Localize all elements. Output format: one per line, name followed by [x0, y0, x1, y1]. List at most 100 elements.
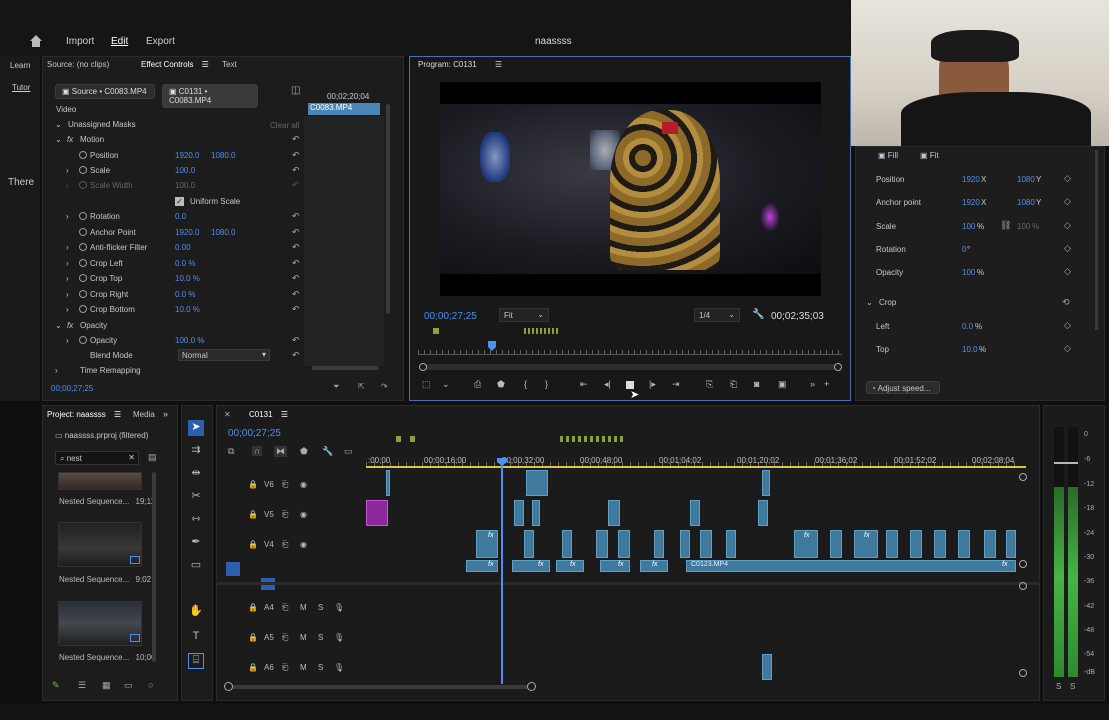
- properties-scrollbar[interactable]: [1095, 150, 1098, 330]
- crop-left-value[interactable]: 0.0 %: [175, 259, 195, 268]
- uniform-scale-checkbox[interactable]: ✓: [175, 197, 184, 206]
- reset-icon[interactable]: ↶: [292, 289, 300, 300]
- slip-icon[interactable]: ⇿: [188, 512, 204, 528]
- chevron-right-icon[interactable]: ›: [66, 336, 69, 345]
- solo-icon[interactable]: S: [318, 633, 323, 642]
- stopwatch-icon[interactable]: [79, 151, 87, 159]
- rectangle-icon[interactable]: ▭: [188, 558, 204, 574]
- edit-tab[interactable]: Edit: [111, 36, 128, 47]
- chevron-right-icon[interactable]: ›: [66, 305, 69, 314]
- track-header-v4[interactable]: 🔒 V4 ⎗ ◉: [218, 534, 366, 556]
- time-remap-row[interactable]: › Time Remapping: [42, 365, 347, 375]
- clear-search-icon[interactable]: ✕: [128, 453, 135, 462]
- program-timecode[interactable]: 00;00;27;25: [424, 311, 477, 322]
- mark-in-icon[interactable]: {: [524, 379, 527, 389]
- anti-flicker-value[interactable]: 0.00: [175, 243, 191, 252]
- clip[interactable]: [680, 530, 690, 558]
- pencil-icon[interactable]: ✎: [52, 680, 60, 691]
- reset-icon[interactable]: ↶: [292, 273, 300, 284]
- marker-icon[interactable]: [396, 436, 401, 442]
- clip[interactable]: [596, 530, 608, 558]
- reset-icon[interactable]: ↶: [292, 211, 300, 222]
- ec-scrollbar[interactable]: [386, 104, 390, 314]
- eye-icon[interactable]: ◉: [300, 540, 307, 549]
- clip[interactable]: [700, 530, 712, 558]
- anchor-x-value[interactable]: 1920.0: [175, 228, 199, 237]
- project-thumbnail[interactable]: [58, 472, 142, 490]
- clip[interactable]: [762, 470, 770, 496]
- zoom-handle-left[interactable]: [419, 363, 427, 371]
- scale-value[interactable]: 100.0: [175, 166, 195, 175]
- sequence-clip-button[interactable]: ▣ C0131 • C0083.MP4: [162, 84, 258, 108]
- keyframe-diamond-icon[interactable]: ◇: [1064, 196, 1071, 207]
- lock-icon[interactable]: 🔒: [248, 480, 258, 489]
- mic-icon[interactable]: 🎙: [334, 633, 344, 642]
- learn-tab[interactable]: Learn: [10, 61, 30, 70]
- reset-icon[interactable]: ↶: [292, 227, 300, 238]
- stopwatch-icon[interactable]: [79, 166, 87, 174]
- export-tab[interactable]: Export: [146, 36, 175, 47]
- list-item[interactable]: Nested Sequence... 9;02: [59, 575, 151, 584]
- tab-text[interactable]: Text: [222, 60, 237, 69]
- stopwatch-icon[interactable]: [79, 305, 87, 313]
- filter-icon[interactable]: ⏷: [333, 382, 339, 392]
- linked-icon[interactable]: ⧓: [274, 446, 287, 457]
- search-field[interactable]: ⌕ nest ✕: [55, 451, 139, 465]
- prop-position-x[interactable]: 1920: [962, 175, 980, 184]
- clear-all-button[interactable]: Clear all: [270, 121, 299, 130]
- clip[interactable]: [386, 470, 390, 496]
- more-tabs-icon[interactable]: »: [163, 409, 168, 419]
- zoom-slider-icon[interactable]: ○: [148, 680, 153, 690]
- chevron-down-icon[interactable]: ⌄: [55, 135, 62, 144]
- stopwatch-icon[interactable]: [79, 228, 87, 236]
- clip[interactable]: [618, 530, 630, 558]
- mic-icon[interactable]: 🎙: [334, 603, 344, 612]
- clip[interactable]: [910, 530, 922, 558]
- clip[interactable]: [512, 560, 550, 572]
- adjust-speed-button[interactable]: ◔ Adjust speed...: [866, 381, 940, 394]
- position-x-value[interactable]: 1920.0: [175, 151, 199, 160]
- expand-icon[interactable]: ◫: [291, 85, 300, 96]
- nest-icon[interactable]: ⧉: [228, 446, 234, 457]
- prop-crop-top-value[interactable]: 10.0: [962, 345, 978, 354]
- reset-icon[interactable]: ↶: [292, 150, 300, 161]
- lock-icon[interactable]: 🔒: [248, 633, 258, 642]
- rotation-value[interactable]: 0.0: [175, 212, 186, 221]
- track-header-a4[interactable]: 🔒 A4 ⎗ M S 🎙: [218, 597, 366, 619]
- camera-icon[interactable]: ◙: [754, 379, 759, 389]
- program-title[interactable]: Program: C0131 ☰: [418, 60, 502, 69]
- overwrite-icon[interactable]: ⎗: [730, 379, 737, 390]
- marker-add-icon[interactable]: ⬟: [300, 446, 308, 457]
- reset-icon[interactable]: ↶: [292, 242, 300, 253]
- sync-icon[interactable]: ⎗: [282, 480, 288, 490]
- lock-icon[interactable]: 🔒: [248, 510, 258, 519]
- clip[interactable]: [532, 500, 540, 526]
- go-to-out-icon[interactable]: ⇥: [672, 379, 680, 390]
- wrench-icon[interactable]: 🔧: [322, 446, 333, 457]
- lock-icon[interactable]: 🔒: [248, 603, 258, 612]
- opacity-value[interactable]: 100.0 %: [175, 336, 204, 345]
- lock-icon[interactable]: 🔒: [248, 663, 258, 672]
- clip[interactable]: [654, 530, 664, 558]
- program-zoom-bar[interactable]: [420, 364, 840, 370]
- tab-source[interactable]: Source: (no clips): [47, 60, 109, 69]
- pen-icon[interactable]: ✒: [188, 535, 204, 551]
- stopwatch-icon[interactable]: [79, 336, 87, 344]
- motion-row[interactable]: ⌄ fx Motion ↶: [42, 133, 347, 148]
- icon-view-icon[interactable]: ▦: [102, 680, 111, 691]
- go-to-in-icon[interactable]: ⇤: [580, 379, 588, 390]
- wrench-icon[interactable]: 🔧: [752, 309, 764, 320]
- clip[interactable]: [758, 500, 768, 526]
- timeline-zoom-bar[interactable]: [228, 685, 534, 689]
- clip[interactable]: [984, 530, 996, 558]
- stopwatch-icon[interactable]: [79, 212, 87, 220]
- timeline-playhead[interactable]: [501, 458, 503, 684]
- chevron-down-icon[interactable]: ⌄: [442, 379, 450, 390]
- panel-menu-icon[interactable]: ☰: [114, 410, 121, 419]
- tab-project[interactable]: Project: naassss ☰: [47, 410, 121, 419]
- prop-anchor-y[interactable]: 1080: [1017, 198, 1035, 207]
- razor-icon[interactable]: ✂: [188, 489, 204, 505]
- home-icon[interactable]: [29, 34, 43, 48]
- chevron-right-icon[interactable]: ›: [66, 274, 69, 283]
- settings-icon[interactable]: ⬚: [422, 379, 431, 390]
